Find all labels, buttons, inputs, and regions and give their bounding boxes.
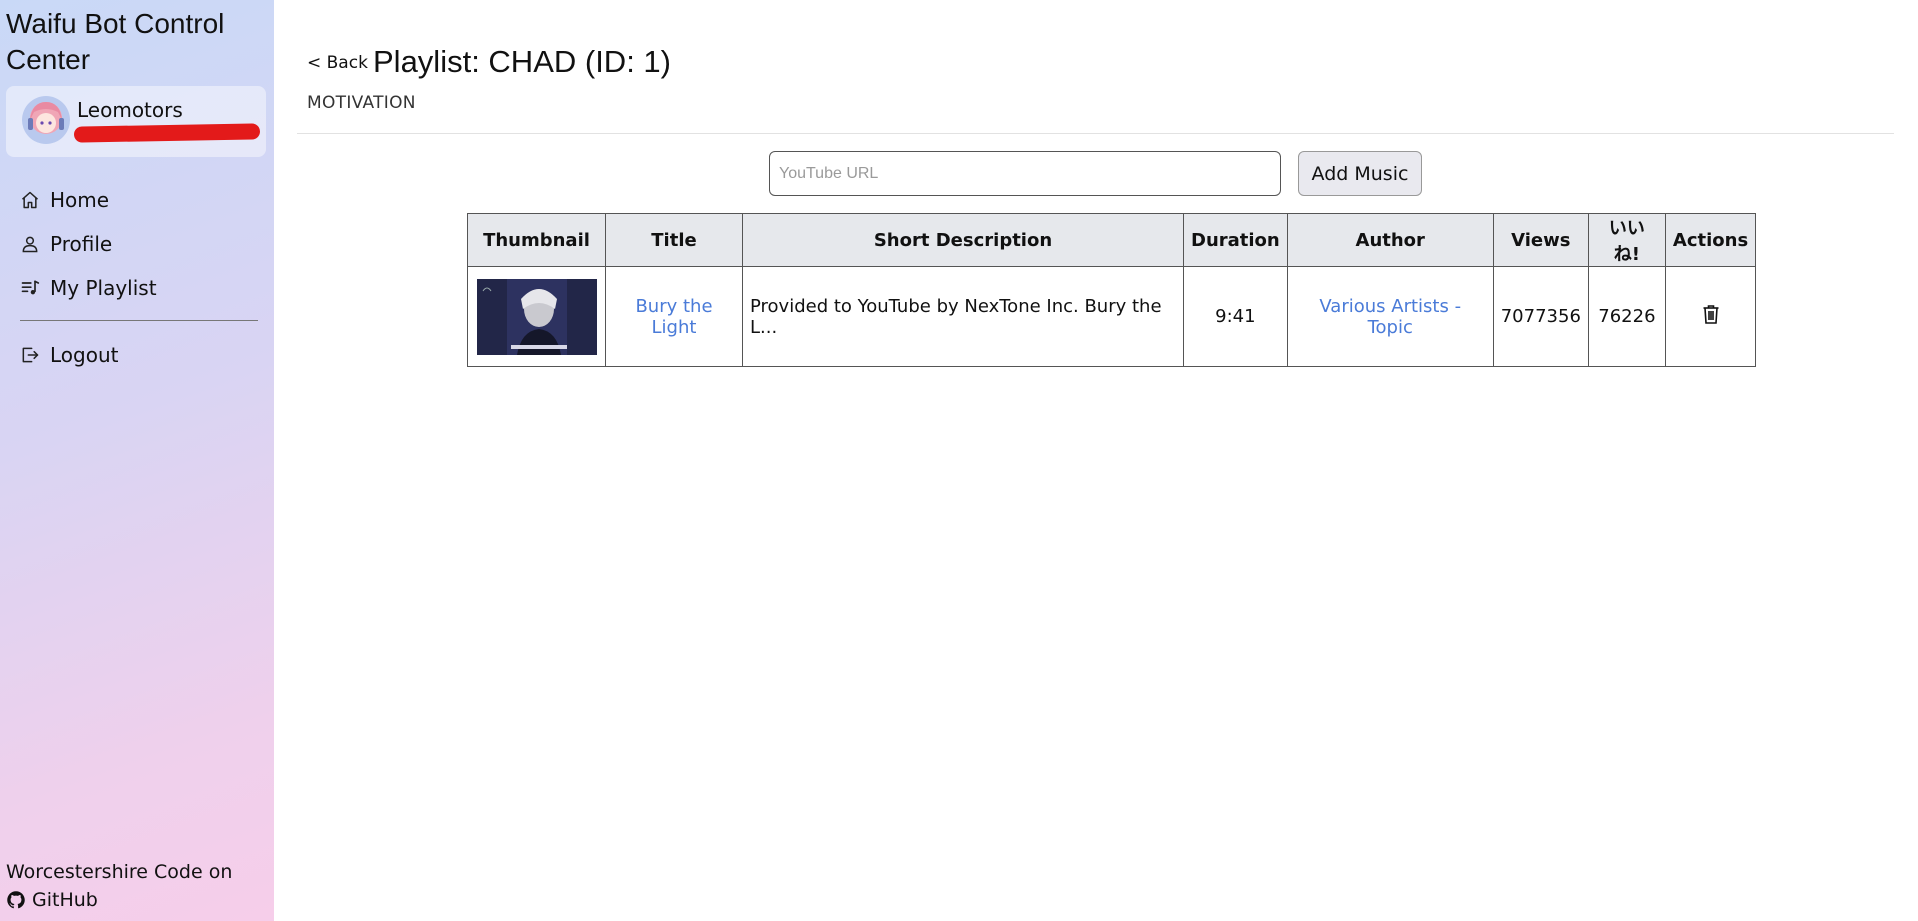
- logout-icon: [22, 347, 39, 363]
- tracks-table: Thumbnail Title Short Description Durati…: [467, 213, 1757, 367]
- delete-button[interactable]: [1702, 304, 1720, 329]
- col-header-description: Short Description: [742, 213, 1184, 267]
- col-header-author: Author: [1286, 213, 1494, 267]
- github-label: GitHub: [32, 889, 98, 911]
- footer-credit-text: Worcestershire Code on: [6, 861, 233, 883]
- header-divider: [297, 133, 1894, 134]
- back-link[interactable]: < Back: [307, 53, 368, 73]
- add-music-button[interactable]: Add Music: [1298, 151, 1422, 196]
- title-cell: Bury the Light: [605, 266, 743, 367]
- sidebar-item-label: Logout: [50, 343, 119, 367]
- page-title: Playlist: CHAD (ID: 1): [373, 44, 671, 79]
- footer-credit: Worcestershire Code on GitHub: [6, 858, 232, 914]
- user-card[interactable]: Leomotors: [6, 86, 266, 157]
- col-header-likes: いいね!: [1587, 213, 1666, 267]
- duration-cell: 9:41: [1183, 266, 1288, 367]
- track-title-link[interactable]: Bury the Light: [635, 296, 712, 338]
- col-header-actions: Actions: [1664, 213, 1757, 267]
- sidebar-item-logout[interactable]: Logout: [20, 333, 258, 377]
- likes-cell: 76226: [1587, 266, 1666, 367]
- author-link[interactable]: Various Artists - Topic: [1319, 296, 1461, 338]
- sidebar-item-label: Profile: [50, 232, 113, 256]
- sidebar: Waifu Bot Control Center Leomotors Home: [0, 0, 274, 921]
- sidebar-item-home[interactable]: Home: [20, 178, 258, 222]
- sidebar-nav: Home Profile My Playlist Logout: [20, 178, 258, 377]
- col-header-title: Title: [605, 213, 743, 267]
- author-cell: Various Artists - Topic: [1286, 266, 1494, 367]
- table-header-row: Thumbnail Title Short Description Durati…: [467, 213, 1757, 267]
- trash-icon: [1703, 305, 1719, 324]
- thumbnail-cell: [467, 266, 606, 367]
- redaction-mark: [73, 123, 261, 143]
- github-link[interactable]: GitHub: [6, 886, 232, 914]
- youtube-url-input[interactable]: [769, 151, 1281, 196]
- user-icon: [22, 236, 38, 253]
- app-title: Waifu Bot Control Center: [6, 8, 225, 75]
- sidebar-item-profile[interactable]: Profile: [20, 222, 258, 266]
- sidebar-item-my-playlist[interactable]: My Playlist: [20, 266, 258, 310]
- playlist-icon: [21, 280, 40, 295]
- playlist-description: MOTIVATION: [307, 93, 416, 113]
- video-thumbnail[interactable]: [476, 278, 597, 355]
- avatar: [22, 96, 70, 144]
- col-header-thumbnail: Thumbnail: [467, 213, 606, 267]
- sidebar-item-label: My Playlist: [50, 276, 157, 300]
- views-cell: 7077356: [1492, 266, 1589, 367]
- description-cell: Provided to YouTube by NexTone Inc. Bury…: [742, 266, 1184, 367]
- actions-cell: [1664, 266, 1757, 367]
- col-header-duration: Duration: [1183, 213, 1288, 267]
- col-header-views: Views: [1492, 213, 1589, 267]
- nav-divider: [20, 320, 258, 321]
- github-icon: [7, 891, 25, 909]
- home-icon: [22, 191, 38, 209]
- username: Leomotors: [77, 98, 183, 122]
- sidebar-item-label: Home: [50, 188, 110, 212]
- table-row: Bury the Light Provided to YouTube by Ne…: [467, 266, 1757, 367]
